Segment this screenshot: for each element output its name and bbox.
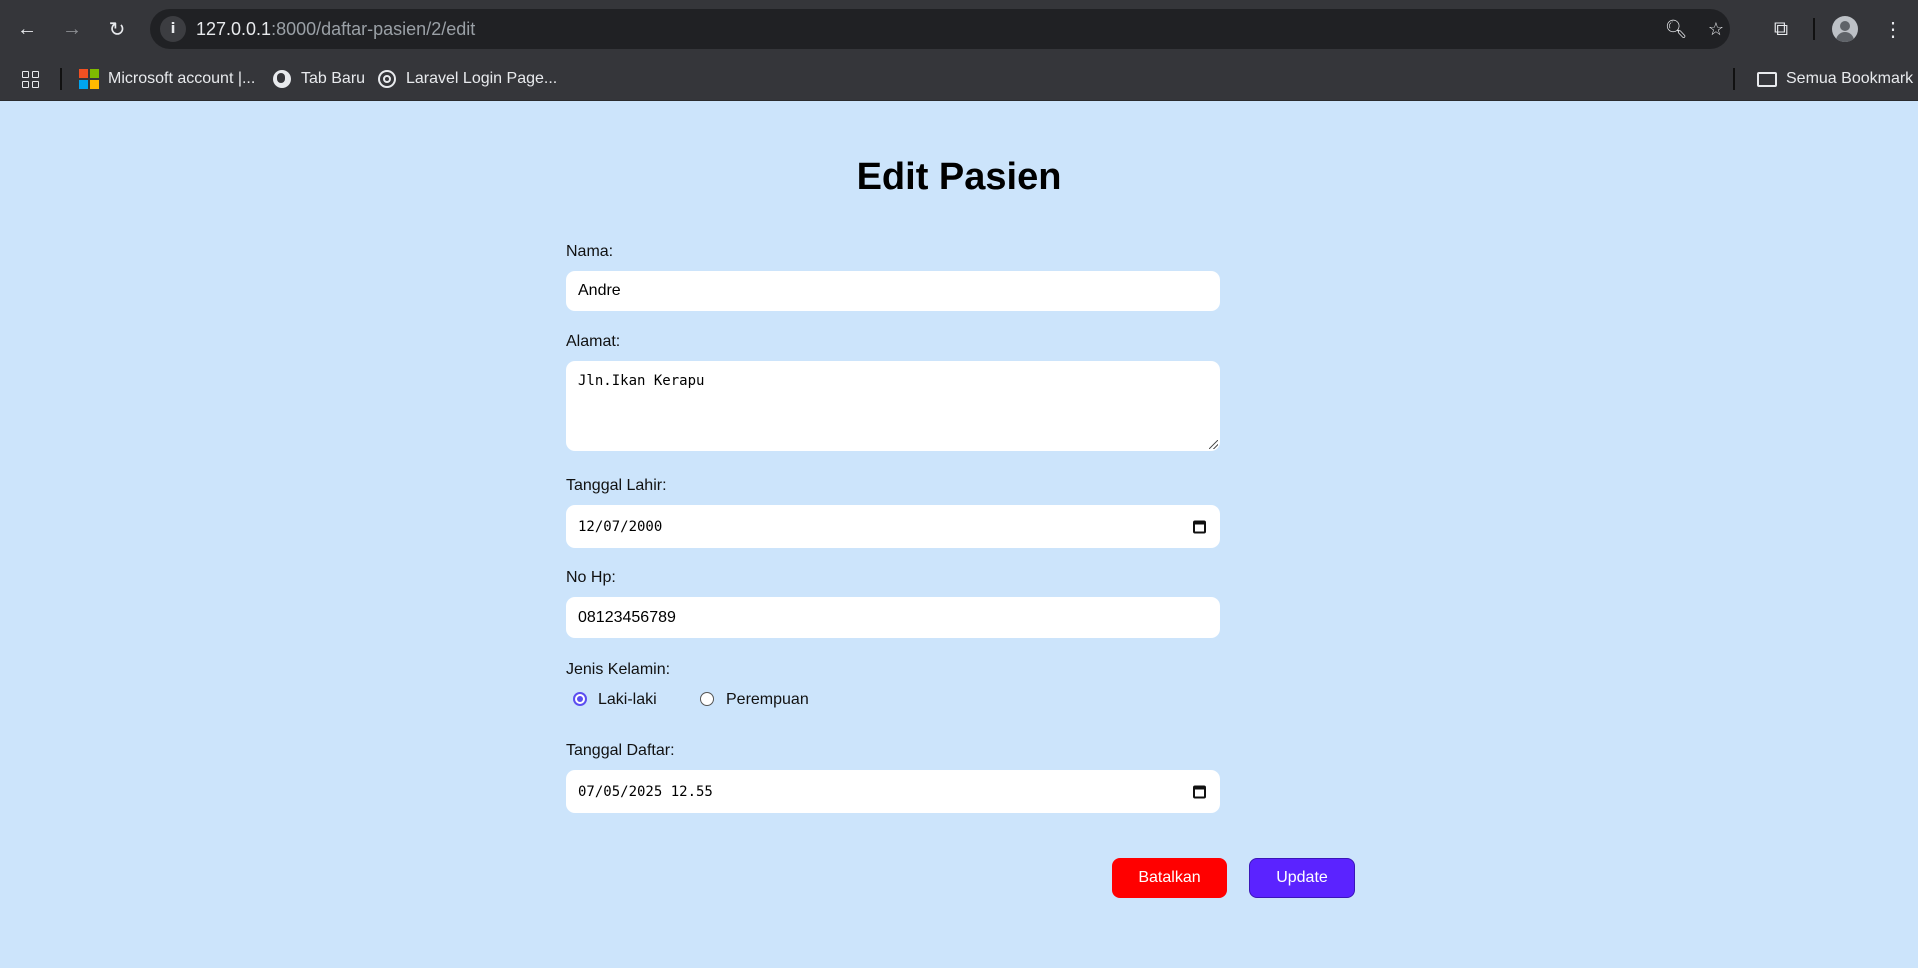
resize-handle-icon[interactable] xyxy=(1209,440,1218,449)
info-icon[interactable]: i xyxy=(160,16,186,42)
url-text[interactable]: 127.0.0.1:8000/daftar-pasien/2/edit xyxy=(196,19,475,40)
toolbar-separator xyxy=(1813,18,1815,40)
tanggal-lahir-input[interactable]: 12/07/2000 xyxy=(566,505,1220,548)
globe-icon xyxy=(272,69,292,89)
microsoft-icon xyxy=(79,69,99,89)
alamat-textarea[interactable]: Jln.Ikan Kerapu xyxy=(566,361,1220,451)
radio-perempuan[interactable] xyxy=(700,692,714,706)
update-button[interactable]: Update xyxy=(1249,858,1355,898)
no-hp-label: No Hp: xyxy=(566,569,616,586)
tanggal-daftar-label: Tanggal Daftar: xyxy=(566,742,675,759)
no-hp-input[interactable]: 08123456789 xyxy=(566,597,1220,638)
apps-icon[interactable] xyxy=(22,66,39,92)
menu-icon[interactable]: ⋮ xyxy=(1878,14,1908,44)
nama-label: Nama: xyxy=(566,243,614,260)
profile-avatar-icon[interactable] xyxy=(1832,16,1858,42)
radio-laki-laki-label[interactable]: Laki-laki xyxy=(598,691,657,709)
nama-value: Andre xyxy=(578,282,621,299)
folder-icon xyxy=(1757,69,1777,89)
bookmark-microsoft[interactable]: Microsoft account |... xyxy=(79,66,255,92)
all-bookmarks[interactable]: Semua Bookmark xyxy=(1757,66,1913,92)
radio-laki-laki[interactable] xyxy=(573,692,587,706)
bookmark-label: Laravel Login Page... xyxy=(406,70,558,87)
address-bar[interactable]: i 127.0.0.1:8000/daftar-pasien/2/edit 🔍︎… xyxy=(150,9,1730,49)
bookmark-label: Microsoft account |... xyxy=(108,70,256,87)
extensions-icon[interactable]: ⧉ xyxy=(1766,14,1796,44)
url-host: 127.0.0.1 xyxy=(196,19,272,39)
nama-input[interactable]: Andre xyxy=(566,271,1220,311)
tanggal-lahir-value: 12/07/2000 xyxy=(578,518,663,535)
forward-icon[interactable]: → xyxy=(57,14,87,44)
bookmark-tab-baru[interactable]: Tab Baru xyxy=(272,66,365,92)
zoom-icon[interactable]: 🔍︎ xyxy=(1664,17,1688,41)
reload-icon[interactable]: ↻ xyxy=(102,14,132,44)
cancel-button[interactable]: Batalkan xyxy=(1112,858,1227,898)
all-bookmarks-label: Semua Bookmark xyxy=(1786,70,1914,87)
bookmark-laravel-login[interactable]: Laravel Login Page... xyxy=(377,66,557,92)
calendar-icon[interactable] xyxy=(1193,785,1206,798)
alamat-label: Alamat: xyxy=(566,333,621,350)
browser-toolbar: ← → ↻ i 127.0.0.1:8000/daftar-pasien/2/e… xyxy=(0,0,1918,58)
tanggal-lahir-label: Tanggal Lahir: xyxy=(566,477,667,494)
back-icon[interactable]: ← xyxy=(12,14,42,44)
star-icon[interactable]: ☆ xyxy=(1704,17,1728,41)
bookmarks-bar: Microsoft account |... Tab Baru Laravel … xyxy=(0,58,1918,101)
alamat-value: Jln.Ikan Kerapu xyxy=(578,373,705,389)
bookmarks-separator-right xyxy=(1733,68,1735,90)
no-hp-value: 08123456789 xyxy=(578,608,676,626)
tanggal-daftar-value: 07/05/2025 12.55 xyxy=(578,783,713,800)
jenis-kelamin-label: Jenis Kelamin: xyxy=(566,661,671,678)
bookmark-label: Tab Baru xyxy=(301,70,366,87)
bookmarks-separator xyxy=(60,68,62,90)
openai-icon xyxy=(377,69,397,89)
url-path: :8000/daftar-pasien/2/edit xyxy=(271,19,476,39)
page-title: Edit Pasien xyxy=(856,156,1062,198)
calendar-icon[interactable] xyxy=(1193,520,1206,533)
radio-perempuan-label[interactable]: Perempuan xyxy=(726,691,809,709)
tanggal-daftar-input[interactable]: 07/05/2025 12.55 xyxy=(566,770,1220,813)
